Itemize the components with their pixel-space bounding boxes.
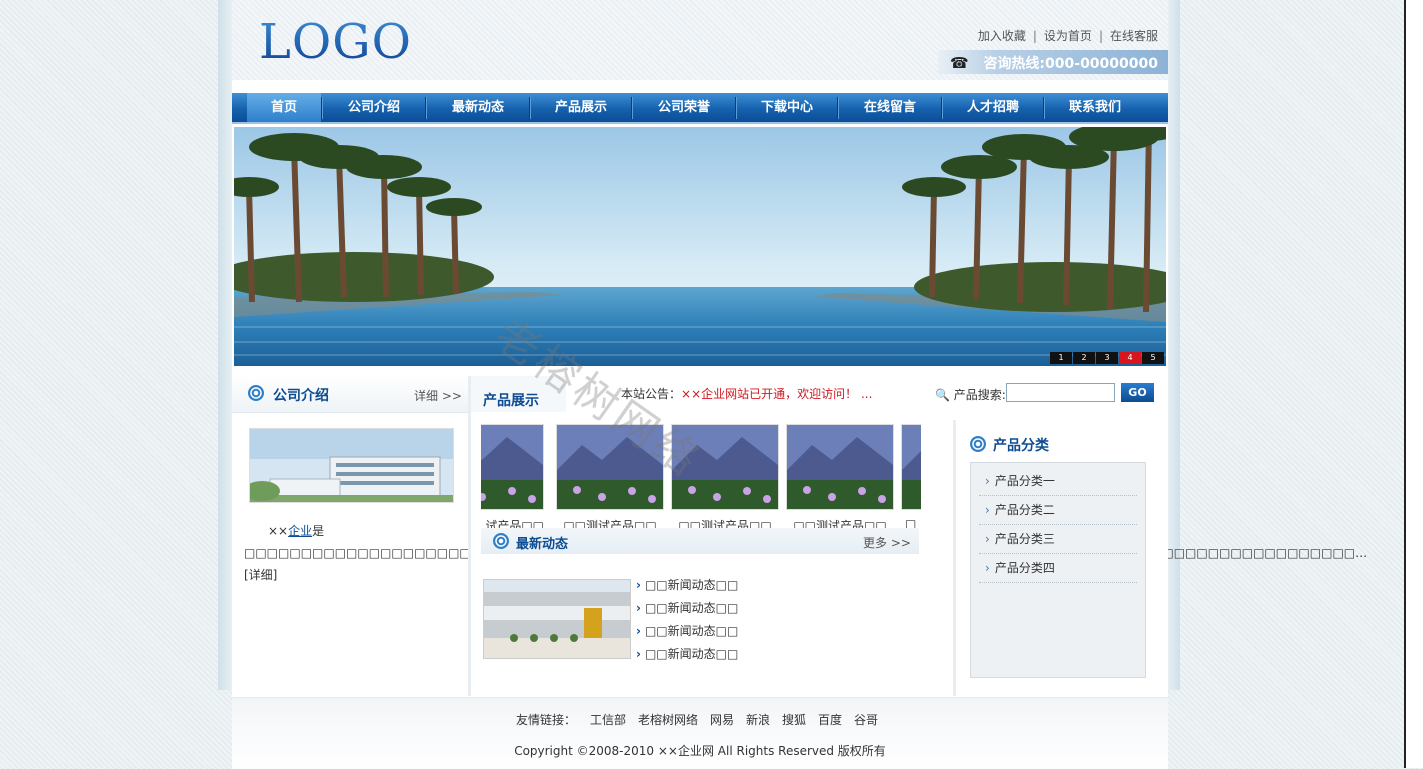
category-item[interactable]: 产品分类四 xyxy=(979,554,1137,583)
nav-item-honors[interactable]: 公司荣誉 xyxy=(633,93,735,122)
product-card[interactable]: 试产品□□ xyxy=(481,424,544,534)
add-favorite-link[interactable]: 加入收藏 xyxy=(978,29,1026,43)
nav-item-jobs[interactable]: 人才招聘 xyxy=(943,93,1043,122)
sidebar-right: 🔍 产品搜索: GO 产品分类 产品分类一 产品分类二 产品分类三 产品分类四 xyxy=(933,376,1168,696)
product-image xyxy=(786,424,894,510)
about-detail-link[interactable]: [详细] xyxy=(244,568,277,582)
products-section: 产品展示 本站公告：××企业网站已开通，欢迎访问！ ... 试产品□□ □□测试… xyxy=(468,376,933,696)
news-image xyxy=(483,579,631,659)
site-notice: 本站公告：××企业网站已开通，欢迎访问！ ... xyxy=(621,385,872,402)
news-list: □□新闻动态□□ □□新闻动态□□ □□新闻动态□□ □□新闻动态□□ xyxy=(636,574,738,666)
product-scroller: 试产品□□ □□测试产品□□ □□测试产品□□ □□测试产品□□ □ xyxy=(481,424,921,534)
window-scrollbar[interactable] xyxy=(1404,0,1423,768)
hero-banner[interactable]: 1 2 3 4 5 xyxy=(234,127,1166,366)
search-go-button[interactable]: GO xyxy=(1121,383,1154,402)
banner-image xyxy=(234,127,1166,366)
site-footer: 友情链接： 工信部 老榕树网络 网易 新浪 搜狐 百度 谷哥 Copyright ©2008-… xyxy=(232,697,1168,769)
search-input[interactable] xyxy=(1006,383,1115,402)
nav-item-contact[interactable]: 联系我们 xyxy=(1045,93,1145,122)
about-text: ××企业是□□□□□□□□□□□□□□□□□□□□□□□□ □□□□□□□□□□□… xyxy=(244,524,1368,582)
nav-item-messages[interactable]: 在线留言 xyxy=(839,93,941,122)
phone-icon: ☎ xyxy=(950,54,969,72)
right-shadow xyxy=(1168,0,1180,690)
notice-label: 本站公告： xyxy=(621,387,682,401)
top-links: 加入收藏 | 设为首页 | 在线客服 xyxy=(977,29,1158,43)
product-image xyxy=(901,424,921,510)
product-card[interactable]: □□测试产品□□ xyxy=(556,424,664,534)
online-service-link[interactable]: 在线客服 xyxy=(1110,29,1158,43)
hotline-text: 咨询热线:000-00000000 xyxy=(983,56,1158,72)
friend-link[interactable]: 新浪 xyxy=(746,713,770,727)
site-logo[interactable]: LOGO xyxy=(259,14,412,70)
friend-link[interactable]: 谷哥 xyxy=(854,713,878,727)
category-item[interactable]: 产品分类一 xyxy=(979,467,1137,496)
hotline-bar: ☎ 咨询热线:000-00000000 xyxy=(938,50,1168,74)
category-panel: 产品分类 产品分类一 产品分类二 产品分类三 产品分类四 xyxy=(953,420,1166,696)
banner-page-4[interactable]: 4 xyxy=(1119,352,1141,364)
about-header: 公司介绍 详细 >> xyxy=(232,376,468,413)
category-item[interactable]: 产品分类三 xyxy=(979,525,1137,554)
category-list: 产品分类一 产品分类二 产品分类三 产品分类四 xyxy=(971,463,1145,587)
target-icon xyxy=(248,385,264,401)
site-wrapper: LOGO 加入收藏 | 设为首页 | 在线客服 ☎ 咨询热线:000-00000000 … xyxy=(218,0,1368,769)
copyright: Copyright ©2008-2010 ××企业网 All Rights Re… xyxy=(514,744,886,758)
banner-page-2[interactable]: 2 xyxy=(1073,352,1095,364)
friend-link[interactable]: 搜狐 xyxy=(782,713,806,727)
nav-item-news[interactable]: 最新动态 xyxy=(427,93,529,122)
product-card[interactable]: □□测试产品□□ xyxy=(671,424,779,534)
nav-item-products[interactable]: 产品展示 xyxy=(531,93,631,122)
banner-page-3[interactable]: 3 xyxy=(1096,352,1118,364)
product-image xyxy=(671,424,779,510)
about-more-link[interactable]: 详细 >> xyxy=(414,387,462,404)
page-container: LOGO 加入收藏 | 设为首页 | 在线客服 ☎ 咨询热线:000-00000000 … xyxy=(232,0,1368,769)
site-header: LOGO 加入收藏 | 设为首页 | 在线客服 ☎ 咨询热线:000-00000000 xyxy=(232,0,1168,80)
banner-pager: 1 2 3 4 5 xyxy=(1049,352,1164,364)
news-item[interactable]: □□新闻动态□□ xyxy=(636,643,738,666)
target-icon xyxy=(970,436,986,452)
company-link[interactable]: 企业 xyxy=(288,524,312,538)
search-label: 🔍 产品搜索: xyxy=(935,388,1006,402)
news-header: 最新动态 更多 >> xyxy=(481,528,919,554)
friend-link[interactable]: 工信部 xyxy=(590,713,626,727)
friend-link[interactable]: 百度 xyxy=(818,713,842,727)
nav-item-about[interactable]: 公司介绍 xyxy=(323,93,425,122)
product-search: 🔍 产品搜索: GO xyxy=(933,382,1168,406)
products-tab[interactable]: 产品展示 xyxy=(471,376,566,412)
products-title: 产品展示 xyxy=(483,393,539,409)
nav-item-downloads[interactable]: 下载中心 xyxy=(737,93,837,122)
category-box: 产品分类一 产品分类二 产品分类三 产品分类四 xyxy=(970,462,1146,678)
category-title: 产品分类 xyxy=(993,438,1049,454)
product-image xyxy=(556,424,664,510)
banner-page-1[interactable]: 1 xyxy=(1050,352,1072,364)
news-item[interactable]: □□新闻动态□□ xyxy=(636,597,738,620)
category-item[interactable]: 产品分类二 xyxy=(979,496,1137,525)
news-item[interactable]: □□新闻动态□□ xyxy=(636,574,738,597)
product-card[interactable]: □□测试产品□□ xyxy=(786,424,894,534)
notice-text[interactable]: ××企业网站已开通，欢迎访问！ ... xyxy=(681,387,872,401)
target-icon xyxy=(493,533,509,549)
banner-page-5[interactable]: 5 xyxy=(1142,352,1164,364)
main-nav: 首页 公司介绍 最新动态 产品展示 公司荣誉 下载中心 在线留言 人才招聘 联系… xyxy=(232,93,1168,124)
friend-link[interactable]: 老榕树网络 xyxy=(638,713,698,727)
about-section: 公司介绍 详细 >> ××企业是□□□□□□□□□□□□□□□□□□□□□□□□… xyxy=(232,376,1368,696)
product-card[interactable]: □ xyxy=(901,424,921,531)
set-homepage-link[interactable]: 设为首页 xyxy=(1044,29,1092,43)
friend-links-label: 友情链接： xyxy=(515,713,576,727)
company-building-image xyxy=(249,428,454,503)
news-item[interactable]: □□新闻动态□□ xyxy=(636,620,738,643)
left-shadow xyxy=(218,0,232,690)
friend-link[interactable]: 网易 xyxy=(710,713,734,727)
nav-item-home[interactable]: 首页 xyxy=(247,93,321,122)
news-more-link[interactable]: 更多 >> xyxy=(863,534,911,551)
product-image xyxy=(481,424,544,510)
friend-links: 友情链接： 工信部 老榕树网络 网易 新浪 搜狐 百度 谷哥 xyxy=(232,711,1168,728)
news-title: 最新动态 xyxy=(516,537,569,552)
about-title: 公司介绍 xyxy=(273,388,329,404)
